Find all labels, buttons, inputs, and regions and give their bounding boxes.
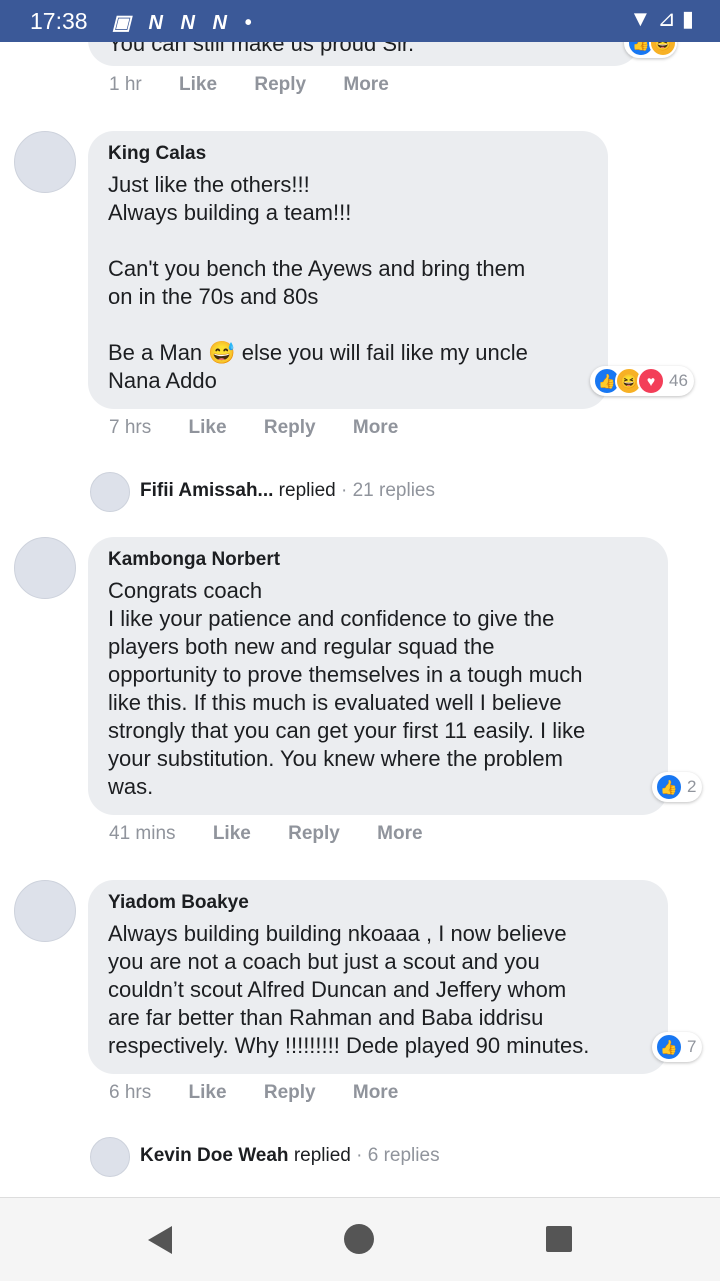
back-icon[interactable] (148, 1226, 172, 1254)
reaction-summary[interactable]: 👍 7 (652, 1032, 703, 1062)
comment-actions: 7 hrs Like Reply More (109, 417, 430, 439)
reply-action: replied (293, 1145, 351, 1166)
comment-time: 1 hr (109, 74, 142, 95)
reply-count: · 6 replies (356, 1145, 440, 1166)
recents-icon[interactable] (546, 1226, 572, 1252)
comment-bubble: Yiadom Boakye Always building building n… (88, 880, 668, 1074)
reaction-summary[interactable]: 👍 😆 (624, 42, 677, 58)
reply-button[interactable]: Reply (288, 823, 340, 844)
reply-button[interactable]: Reply (264, 417, 316, 438)
avatar[interactable] (14, 880, 76, 942)
comment-bubble: King Calas Just like the others!!! Alway… (88, 131, 608, 409)
like-button[interactable]: Like (189, 1082, 227, 1103)
status-time: 17:38 (30, 8, 88, 34)
comment-author[interactable]: Kambonga Norbert (108, 549, 648, 571)
comment-time: 41 mins (109, 823, 176, 844)
like-button[interactable]: Like (213, 823, 251, 844)
comment-actions: 6 hrs Like Reply More (109, 1082, 430, 1104)
avatar[interactable] (14, 537, 76, 599)
comment-text: Just like the others!!! Always building … (108, 172, 528, 393)
reaction-count: 2 (687, 777, 697, 796)
like-button[interactable]: Like (179, 74, 217, 95)
like-icon: 👍 (655, 773, 683, 801)
reaction-summary[interactable]: 👍 2 (652, 772, 703, 802)
comment-text: Always building building nkoaaa , I now … (108, 921, 590, 1058)
comment-actions: 1 hr Like Reply More (109, 74, 421, 96)
notification-icons: ▣ N N N • (112, 12, 258, 34)
reply-count: · 21 replies (341, 480, 435, 501)
home-icon[interactable] (344, 1224, 374, 1254)
comment-bubble: You can still make us proud Sir. (88, 42, 640, 66)
more-button[interactable]: More (343, 74, 388, 95)
reply-action: replied (278, 480, 336, 501)
love-icon: ♥ (637, 367, 665, 395)
status-bar: 17:38 ▣ N N N • ▼ ⊿ ▮ (0, 0, 720, 42)
system-icons: ▼ ⊿ ▮ (629, 6, 694, 31)
reaction-count: 7 (687, 1037, 697, 1056)
reply-avatar[interactable] (90, 472, 130, 512)
reply-author: Kevin Doe Weah (140, 1145, 289, 1166)
more-button[interactable]: More (353, 417, 398, 438)
reply-button[interactable]: Reply (264, 1082, 316, 1103)
comment-time: 7 hrs (109, 417, 152, 438)
comment-text: You can still make us proud Sir. (108, 42, 415, 56)
comment-text: Congrats coach I like your patience and … (108, 578, 586, 799)
comment-author[interactable]: Yiadom Boakye (108, 892, 648, 914)
comment-author[interactable]: King Calas (108, 143, 588, 165)
avatar[interactable] (14, 131, 76, 193)
reply-avatar[interactable] (90, 1137, 130, 1177)
system-nav-bar (0, 1197, 720, 1281)
reaction-summary[interactable]: 👍 😆 ♥ 46 (590, 366, 694, 396)
view-replies-link[interactable]: Fifii Amissah... replied · 21 replies (140, 480, 435, 502)
haha-icon: 😆 (649, 42, 677, 57)
reply-author: Fifii Amissah... (140, 480, 274, 501)
comment-time: 6 hrs (109, 1082, 152, 1103)
reaction-count: 46 (669, 371, 688, 390)
more-button[interactable]: More (353, 1082, 398, 1103)
more-button[interactable]: More (377, 823, 422, 844)
reply-button[interactable]: Reply (254, 74, 306, 95)
view-replies-link[interactable]: Kevin Doe Weah replied · 6 replies (140, 1145, 440, 1167)
comment-bubble: Kambonga Norbert Congrats coach I like y… (88, 537, 668, 815)
like-button[interactable]: Like (189, 417, 227, 438)
comment-actions: 41 mins Like Reply More (109, 823, 455, 845)
comments-feed[interactable]: You can still make us proud Sir. 👍 😆 1 h… (0, 42, 720, 1197)
like-icon: 👍 (655, 1033, 683, 1061)
